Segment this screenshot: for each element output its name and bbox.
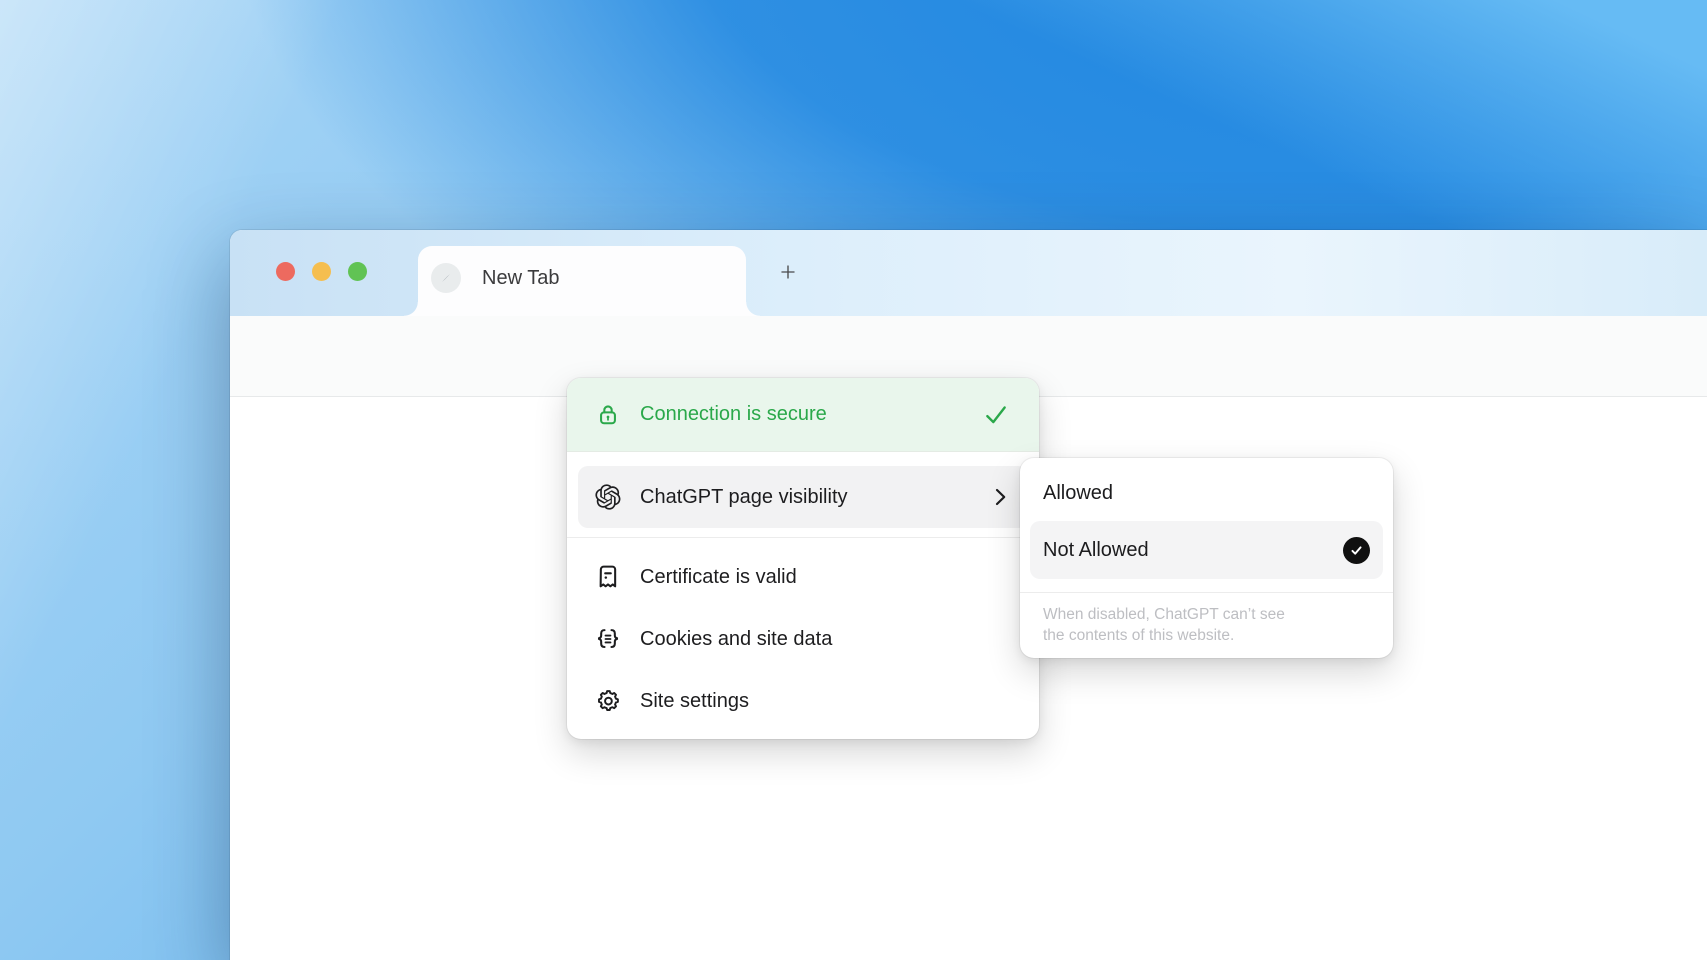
lock-icon (595, 402, 621, 428)
tab-title: New Tab (482, 267, 559, 290)
menu-divider (567, 537, 1039, 538)
menu-item-certificate[interactable]: Certificate is valid (567, 546, 1039, 608)
page-visibility-submenu: Allowed Not Allowed When disabled, ChatG… (1020, 458, 1393, 658)
tab-new-tab[interactable]: New Tab (418, 246, 746, 316)
checkmark-icon (983, 402, 1009, 428)
cookies-icon (595, 626, 621, 652)
openai-logo-icon (595, 484, 621, 510)
new-tab-button[interactable] (773, 257, 803, 287)
menu-item-label: Certificate is valid (640, 566, 1039, 589)
zoom-window-button[interactable] (348, 262, 367, 281)
site-security-menu: Connection is secure ChatGPT page visibi… (567, 378, 1039, 739)
menu-item-site-settings[interactable]: Site settings (567, 670, 1039, 732)
menu-item-label: Site settings (640, 690, 1039, 713)
close-window-button[interactable] (276, 262, 295, 281)
menu-item-label: Cookies and site data (640, 628, 1039, 651)
submenu-chevron-right-icon (988, 485, 1012, 509)
menu-item-label: ChatGPT page visibility (640, 486, 988, 509)
desktop-wallpaper: New Tab (0, 0, 1707, 960)
plus-icon (779, 259, 797, 285)
option-not-allowed[interactable]: Not Allowed (1030, 521, 1383, 579)
minimize-window-button[interactable] (312, 262, 331, 281)
gear-icon (595, 688, 621, 714)
menu-item-cookies[interactable]: Cookies and site data (567, 608, 1039, 670)
option-label: Not Allowed (1043, 539, 1343, 562)
compass-icon (431, 263, 461, 293)
option-label: Allowed (1043, 482, 1393, 505)
submenu-description: When disabled, ChatGPT can’t see the con… (1043, 604, 1305, 646)
submenu-divider (1020, 592, 1393, 593)
selected-check-icon (1343, 537, 1370, 564)
option-allowed[interactable]: Allowed (1020, 470, 1393, 516)
tab-bar: New Tab (230, 230, 1707, 316)
connection-secure-row: Connection is secure (567, 378, 1039, 452)
connection-status-label: Connection is secure (640, 403, 983, 426)
menu-item-chatgpt-page-visibility[interactable]: ChatGPT page visibility (578, 466, 1028, 528)
certificate-icon (595, 564, 621, 590)
